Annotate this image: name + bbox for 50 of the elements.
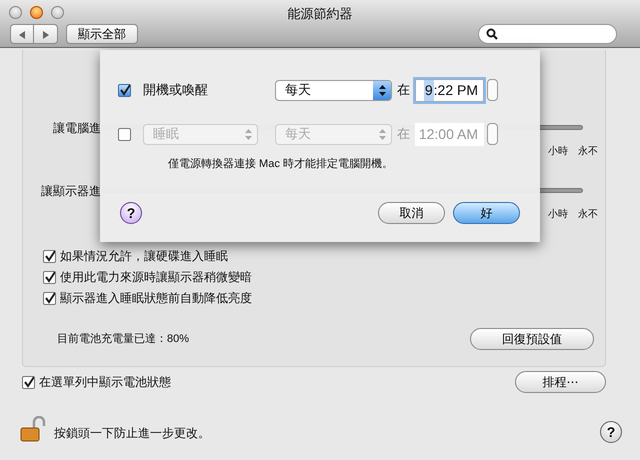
unlocked-padlock-icon[interactable] <box>20 416 46 442</box>
time-field[interactable]: 9:22 PM <box>415 78 484 102</box>
search-field[interactable] <box>478 24 617 44</box>
up-down-arrows-icon <box>244 128 252 140</box>
right-arrow-icon <box>40 30 50 40</box>
time-stepper[interactable] <box>487 79 498 101</box>
at-label: 在 <box>397 125 410 144</box>
cancel-button[interactable]: 取消 <box>378 202 445 224</box>
tick-label: 小時 <box>548 144 568 159</box>
search-icon <box>486 28 498 40</box>
option-label: 在選單列中顯示電池狀態 <box>39 374 171 391</box>
tick-label: 永不 <box>578 208 598 222</box>
window-title: 能源節約器 <box>288 6 352 21</box>
window-control[interactable] <box>51 6 64 19</box>
lock-hint-text: 按鎖頭一下防止進一步更改。 <box>54 425 210 442</box>
option-label: 如果情況允許，讓硬碟進入睡眠 <box>60 248 228 265</box>
help-button[interactable]: ? <box>600 421 622 443</box>
action-popup: 睡眠 <box>143 124 258 144</box>
option-label: 顯示器進入睡眠狀態前自動降低亮度 <box>60 290 252 307</box>
battery-status-text: 目前電池充電量已達：80% <box>57 332 190 347</box>
slider-label: 讓電腦進 <box>52 120 101 137</box>
at-label: 在 <box>397 81 410 100</box>
close-button[interactable] <box>30 6 43 19</box>
restore-defaults-button[interactable]: 回復預設值 <box>470 328 594 350</box>
checkbox[interactable] <box>43 292 56 304</box>
schedule-button[interactable]: 排程⋯ <box>515 371 606 393</box>
checkbox[interactable] <box>118 84 131 96</box>
checkbox[interactable] <box>43 250 56 262</box>
time-field: 12:00 AM <box>415 122 484 146</box>
window-control[interactable] <box>9 6 22 19</box>
left-arrow-icon <box>17 30 27 40</box>
help-button[interactable]: ? <box>120 202 142 224</box>
note-text: 僅電源轉換器連接 Mac 時才能排定電腦開機。 <box>168 156 393 172</box>
action-label: 開機或喚醒 <box>143 81 209 100</box>
repeat-popup[interactable]: 每天 <box>275 80 392 100</box>
checkbox[interactable] <box>43 270 56 284</box>
time-stepper <box>487 123 498 145</box>
up-down-arrows-icon <box>378 128 386 140</box>
forward-button[interactable] <box>34 24 58 44</box>
tick-label: 小時 <box>548 208 568 222</box>
slider-label: 讓顯示器進 <box>40 183 101 200</box>
checkbox[interactable] <box>22 376 35 388</box>
back-button[interactable] <box>10 24 34 44</box>
ok-button[interactable]: 好 <box>453 202 520 224</box>
tick-label: 永不 <box>578 144 598 159</box>
checkbox[interactable] <box>118 128 131 140</box>
option-label: 使用此電力來源時讓顯示器稍微變暗 <box>60 269 252 286</box>
repeat-popup: 每天 <box>275 124 392 144</box>
show-all-button[interactable]: 顯示全部 <box>66 24 138 44</box>
up-down-arrows-icon <box>378 84 386 96</box>
